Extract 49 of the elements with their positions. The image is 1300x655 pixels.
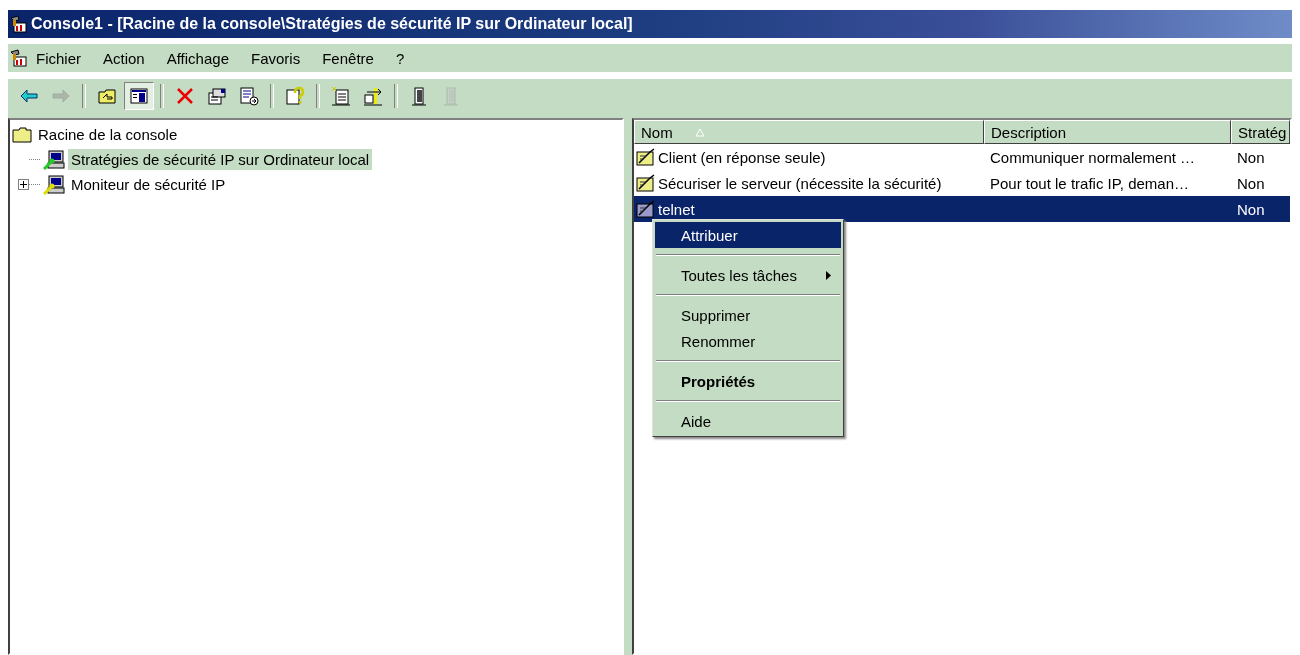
assigned-value: Non [1237, 148, 1265, 166]
list-row[interactable]: telnet Non [634, 196, 1290, 222]
door-icon [441, 85, 461, 106]
assigned-value: Non [1237, 200, 1265, 218]
policy-name: telnet [658, 200, 695, 218]
menu-item[interactable]: Fichier [28, 47, 93, 69]
column-header[interactable]: Nom [634, 120, 984, 144]
computer-key-icon [43, 149, 65, 170]
computer-key-icon [43, 174, 65, 195]
menu-item[interactable]: Favoris [241, 47, 313, 69]
policy-icon [636, 174, 656, 192]
column-header[interactable]: Description [984, 120, 1231, 144]
context-menu-item[interactable]: Toutes les tâches [655, 262, 841, 288]
policy-name: Sécuriser le serveur (nécessite la sécurité) [658, 174, 942, 192]
delete-icon [175, 85, 195, 106]
window-title: Console1 - [Racine de la console\Stratégies de sécurité IP sur Ordinateur local] [31, 15, 633, 33]
door-icon [409, 85, 429, 106]
context-menu-item[interactable]: Supprimer [655, 302, 841, 328]
expand-box-icon[interactable] [18, 179, 29, 190]
assigned-value: Non [1237, 174, 1265, 192]
tree-item[interactable]: Racine de la console [35, 124, 181, 145]
context-menu-item[interactable]: Renommer [655, 328, 841, 354]
context-menu-item[interactable]: Propriétés [655, 368, 841, 394]
import-export-icon [363, 85, 383, 106]
policy-description: Communiquer normalement … [990, 148, 1196, 166]
properties-icon [207, 85, 227, 106]
tree-item[interactable]: Moniteur de sécurité IP [68, 174, 229, 195]
help-icon [285, 85, 305, 106]
menu-item[interactable]: Fenêtre [312, 47, 386, 69]
folder-icon [12, 126, 32, 143]
context-menu-item[interactable]: Attribuer [655, 222, 841, 248]
policy-icon [636, 148, 656, 166]
export-list-icon [239, 85, 259, 106]
list-row[interactable]: Sécuriser le serveur (nécessite la sécurité) Pour tout le trafic IP, deman… Non [634, 170, 1290, 196]
console-app-icon [10, 15, 28, 33]
menu-item[interactable]: Affichage [156, 47, 241, 69]
toolbar-button[interactable] [124, 81, 154, 110]
policy-name: Client (en réponse seule) [658, 148, 826, 166]
menu-item[interactable]: ? [385, 47, 417, 69]
list-row[interactable]: Client (en réponse seule) Communiquer normalement … Non [634, 144, 1290, 170]
menu-item[interactable]: Action [93, 47, 157, 69]
column-header[interactable]: Stratég [1231, 120, 1290, 144]
console-app-icon[interactable] [10, 49, 28, 67]
tree-pane-icon [129, 85, 149, 106]
policy-description: Pour tout le trafic IP, deman… [990, 174, 1189, 192]
new-document-icon [331, 85, 351, 106]
policy-icon [636, 200, 656, 218]
context-menu-item[interactable]: Aide [655, 408, 841, 434]
tree-item[interactable]: Stratégies de sécurité IP sur Ordinateur local [68, 149, 373, 170]
